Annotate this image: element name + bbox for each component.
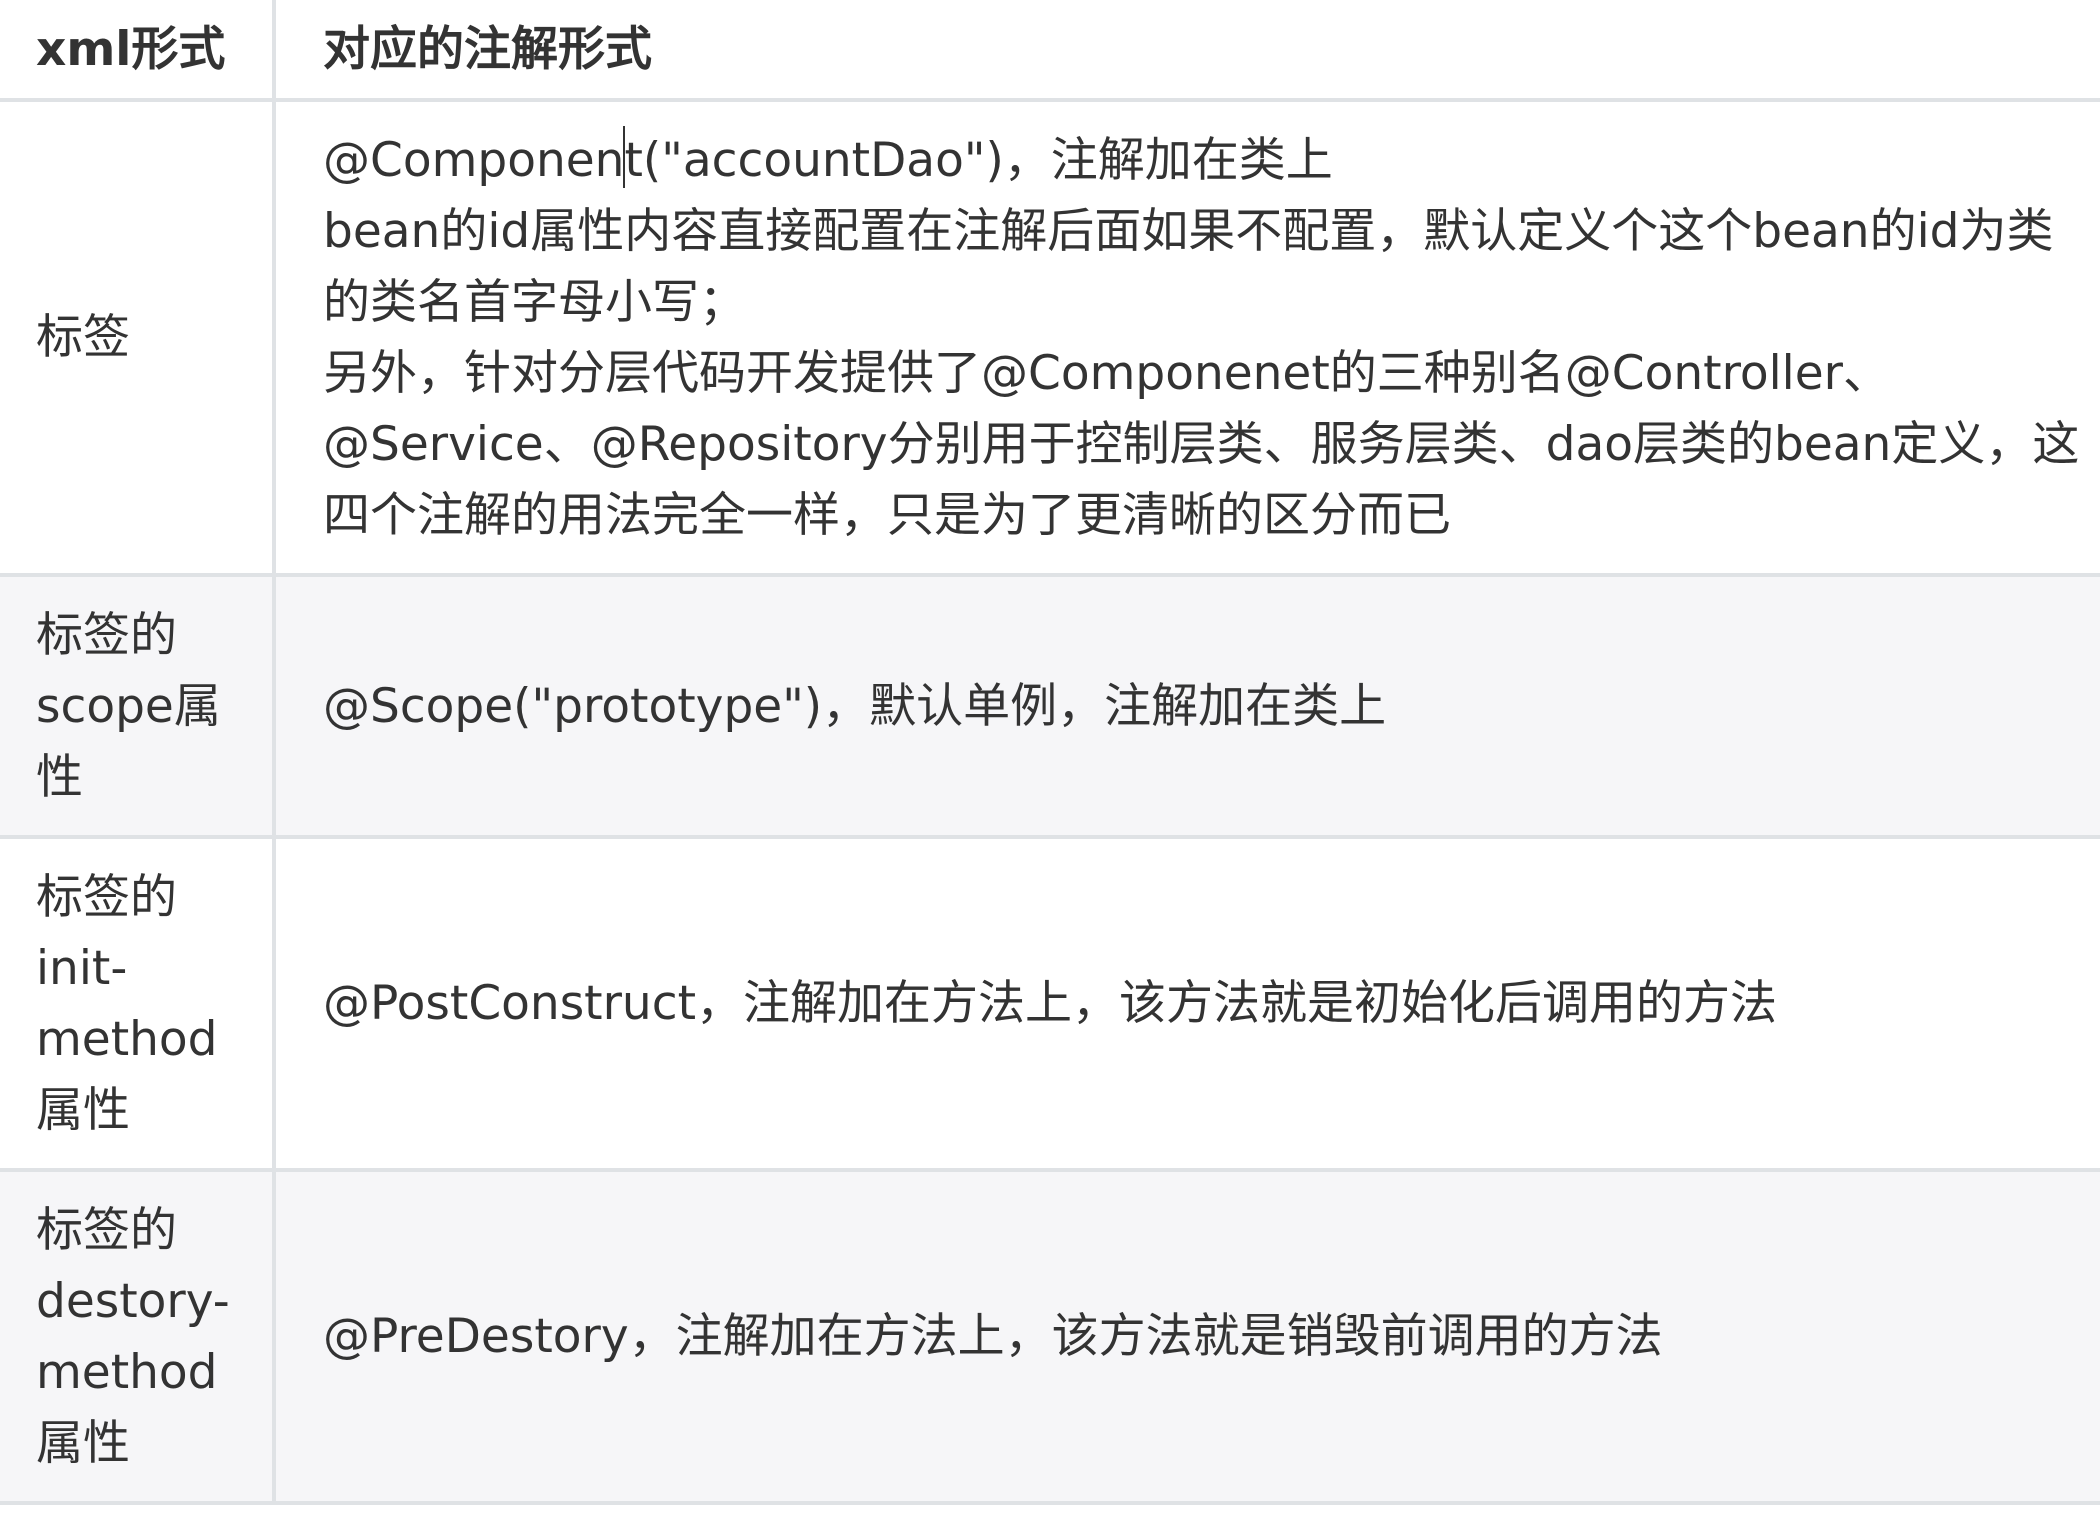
row-description[interactable]: @PostConstruct，注解加在方法上，该方法就是初始化后调用的方法 <box>272 835 2100 1172</box>
description-line: 四个注解的用法完全一样，只是为了更清晰的区分而已 <box>323 487 1451 543</box>
label-line: method <box>36 1011 218 1067</box>
row-label: 标签 <box>0 98 276 577</box>
label-line: scope属 <box>36 678 221 734</box>
row-label: 标签的 scope属 性 <box>0 573 276 839</box>
row-description[interactable]: @Scope("prototype")，默认单例，注解加在类上 <box>272 573 2100 839</box>
table-row: 标签的 scope属 性 @Scope("prototype")，默认单例，注解… <box>0 573 2100 839</box>
label-line: 标签的 <box>36 1202 177 1258</box>
label-line: 标签的 <box>36 607 177 663</box>
table-row: 标签 @Component("accountDao")，注解加在类上 bean的… <box>0 98 2100 577</box>
header-xml-form: xml形式 <box>0 0 276 102</box>
label-line: init- <box>36 940 128 996</box>
row-label: 标签的 init- method 属性 <box>0 835 276 1172</box>
description-line: 的类名首字母小写； <box>323 274 746 330</box>
description-line: bean的id属性内容直接配置在注解后面如果不配置，默认定义个这个bean的id… <box>323 203 2054 259</box>
description-line: 另外，针对分层代码开发提供了@Componenet的三种别名@Controlle… <box>323 345 1890 401</box>
row-label: 标签的 destory- method 属性 <box>0 1168 276 1505</box>
annotation-mapping-table: xml形式 对应的注解形式 标签 @Component("accountDao"… <box>0 0 2100 1505</box>
table-row: 标签的 destory- method 属性 @PreDestory，注解加在方… <box>0 1168 2100 1505</box>
row-description[interactable]: @PreDestory，注解加在方法上，该方法就是销毁前调用的方法 <box>272 1168 2100 1505</box>
text-segment: t("accountDao")，注解加在类上 <box>624 132 1333 188</box>
label-line: 性 <box>36 749 83 805</box>
label-line: 标签的 <box>36 869 177 925</box>
row-description[interactable]: @Component("accountDao")，注解加在类上 bean的id属… <box>272 98 2100 577</box>
label-line: 属性 <box>36 1415 130 1471</box>
label-line: 属性 <box>36 1082 130 1138</box>
header-annotation-form: 对应的注解形式 <box>272 0 2100 102</box>
description-line: @Component("accountDao")，注解加在类上 <box>323 125 2046 196</box>
table-header-row: xml形式 对应的注解形式 <box>0 0 2100 102</box>
label-line: method <box>36 1344 218 1400</box>
label-line: destory- <box>36 1273 230 1329</box>
description-line: @Service、@Repository分别用于控制层类、服务层类、dao层类的… <box>323 416 2080 472</box>
table-row: 标签的 init- method 属性 @PostConstruct，注解加在方… <box>0 835 2100 1172</box>
text-segment: @Componen <box>323 132 625 188</box>
